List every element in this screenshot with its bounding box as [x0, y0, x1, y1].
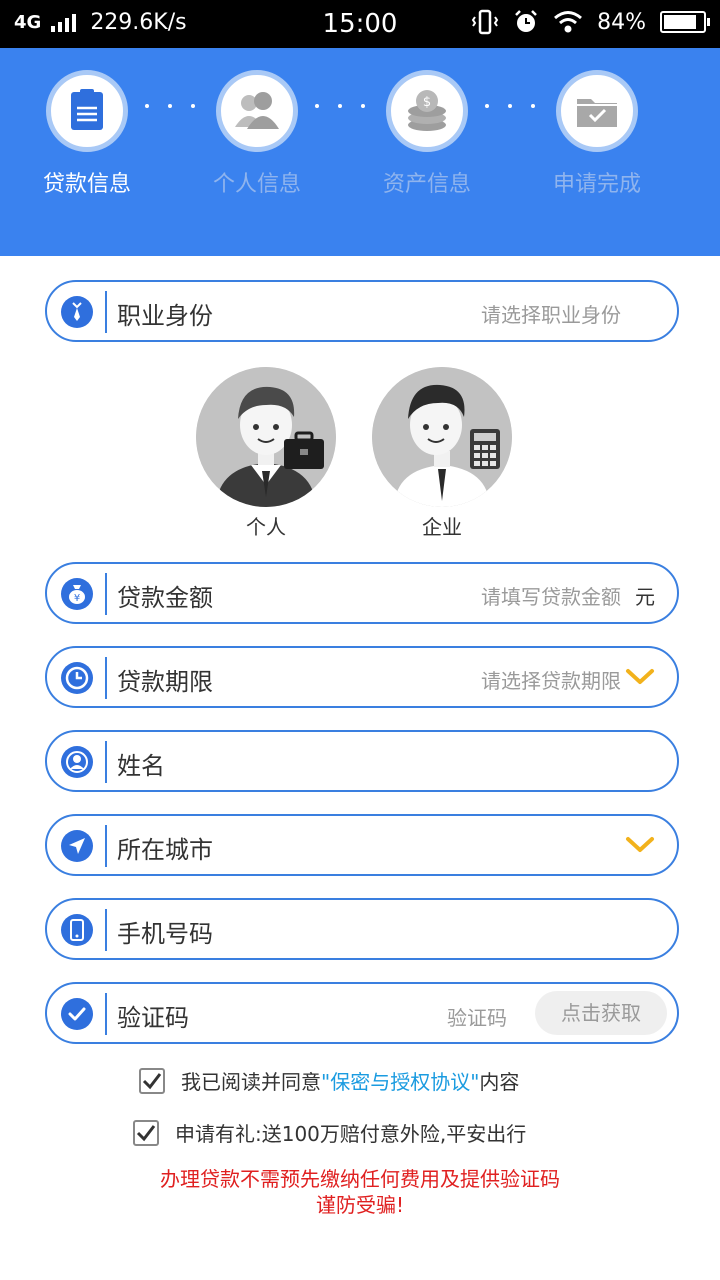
status-bar: 4G 229.6K/s 15:00 84%: [0, 0, 720, 48]
checkmark-icon: [142, 1072, 162, 1089]
loan-amount-label: 贷款金额: [117, 584, 213, 612]
step-circle: [46, 70, 128, 152]
chevron-down-icon: [626, 669, 654, 684]
status-right: 84%: [471, 9, 710, 35]
warning-line-2: 谨防受骗!: [315, 1193, 405, 1217]
coins-icon: $: [408, 90, 446, 131]
svg-text:¥: ¥: [74, 593, 80, 604]
occupation-label: 职业身份: [117, 302, 213, 330]
phone-field[interactable]: 手机号码: [45, 898, 679, 960]
alarm-icon: [515, 10, 537, 32]
occupation-select[interactable]: 职业身份 请选择职业身份: [45, 280, 679, 342]
step-label: 贷款信息: [42, 172, 131, 197]
code-label: 验证码: [117, 1004, 189, 1032]
phone-icon: [61, 914, 93, 946]
business-avatar: [372, 367, 512, 507]
gift-text: 申请有礼:送100万赔付意外险,平安出行: [175, 1122, 527, 1146]
users-icon: [235, 92, 279, 129]
folder-check-icon: [577, 99, 617, 127]
agreement-row: 我已阅读并同意 "保密与授权协议" 内容: [139, 1066, 519, 1095]
battery-level: [664, 15, 696, 29]
step-circle: [216, 70, 298, 152]
checkmark-icon: [136, 1124, 156, 1141]
phone-label: 手机号码: [117, 920, 213, 948]
wifi-icon: [554, 11, 583, 33]
step-label: 个人信息: [212, 172, 301, 197]
identity-label: 个人: [246, 515, 286, 539]
vibrate-icon: [471, 9, 499, 35]
identity-individual[interactable]: 个人: [196, 367, 336, 540]
occupation-placeholder: 请选择职业身份: [481, 303, 621, 327]
loan-amount-field[interactable]: ¥ 贷款金额 请填写贷款金额 元: [45, 562, 679, 624]
loan-amount-placeholder: 请填写贷款金额: [481, 585, 621, 609]
chevron-down-icon: [626, 837, 654, 852]
fraud-warning: 办理贷款不需预先缴纳任何费用及提供验证码 谨防受骗!: [0, 1166, 720, 1218]
agreement-prefix: 我已阅读并同意: [181, 1070, 321, 1094]
agreement-checkbox[interactable]: [139, 1067, 165, 1094]
verification-code-field[interactable]: 验证码 验证码 点击获取: [45, 982, 679, 1044]
city-select[interactable]: 所在城市: [45, 814, 679, 876]
step-circle: [556, 70, 638, 152]
agreement-suffix: 内容: [479, 1070, 520, 1094]
name-field[interactable]: 姓名: [45, 730, 679, 792]
field-divider: [105, 909, 107, 951]
step-loan-info[interactable]: 贷款信息: [7, 70, 167, 198]
identity-business[interactable]: 企业: [372, 367, 512, 540]
location-arrow-icon: [61, 830, 93, 862]
warning-line-1: 办理贷款不需预先缴纳任何费用及提供验证码: [160, 1167, 560, 1191]
clock-icon: [61, 662, 93, 694]
field-divider: [105, 291, 107, 333]
money-bag-icon: ¥: [61, 578, 93, 610]
individual-avatar: [196, 367, 336, 507]
field-divider: [105, 825, 107, 867]
battery-icon: [660, 11, 710, 33]
field-divider: [105, 741, 107, 783]
svg-text:$: $: [423, 95, 431, 110]
loan-term-select[interactable]: 贷款期限 请选择贷款期限: [45, 646, 679, 708]
battery-percent: 84%: [597, 9, 646, 35]
field-divider: [105, 993, 107, 1035]
gift-row: 申请有礼:送100万赔付意外险,平安出行: [133, 1118, 526, 1147]
document-icon: [71, 89, 103, 130]
code-placeholder[interactable]: 验证码: [447, 1002, 507, 1031]
step-circle: $: [386, 70, 468, 152]
city-label: 所在城市: [117, 836, 213, 864]
step-personal-info[interactable]: 个人信息: [177, 70, 337, 198]
tie-icon: [61, 296, 93, 328]
step-asset-info[interactable]: $ 资产信息: [347, 70, 507, 198]
loan-term-label: 贷款期限: [117, 668, 213, 696]
field-divider: [105, 573, 107, 615]
step-label: 申请完成: [552, 172, 641, 197]
name-label: 姓名: [117, 752, 165, 780]
step-label: 资产信息: [382, 172, 471, 197]
field-divider: [105, 657, 107, 699]
agreement-link[interactable]: "保密与授权协议": [321, 1066, 479, 1095]
user-icon: [61, 746, 93, 778]
currency-unit: 元: [635, 585, 655, 609]
gift-checkbox[interactable]: [133, 1119, 159, 1146]
identity-label: 企业: [422, 515, 462, 539]
progress-steps: 贷款信息 个人信息 $ 资产信息 申请完成: [0, 48, 720, 256]
loan-term-placeholder: 请选择贷款期限: [481, 669, 621, 693]
check-circle-icon: [61, 998, 93, 1030]
get-code-button[interactable]: 点击获取: [535, 991, 667, 1035]
step-complete[interactable]: 申请完成: [517, 70, 677, 198]
